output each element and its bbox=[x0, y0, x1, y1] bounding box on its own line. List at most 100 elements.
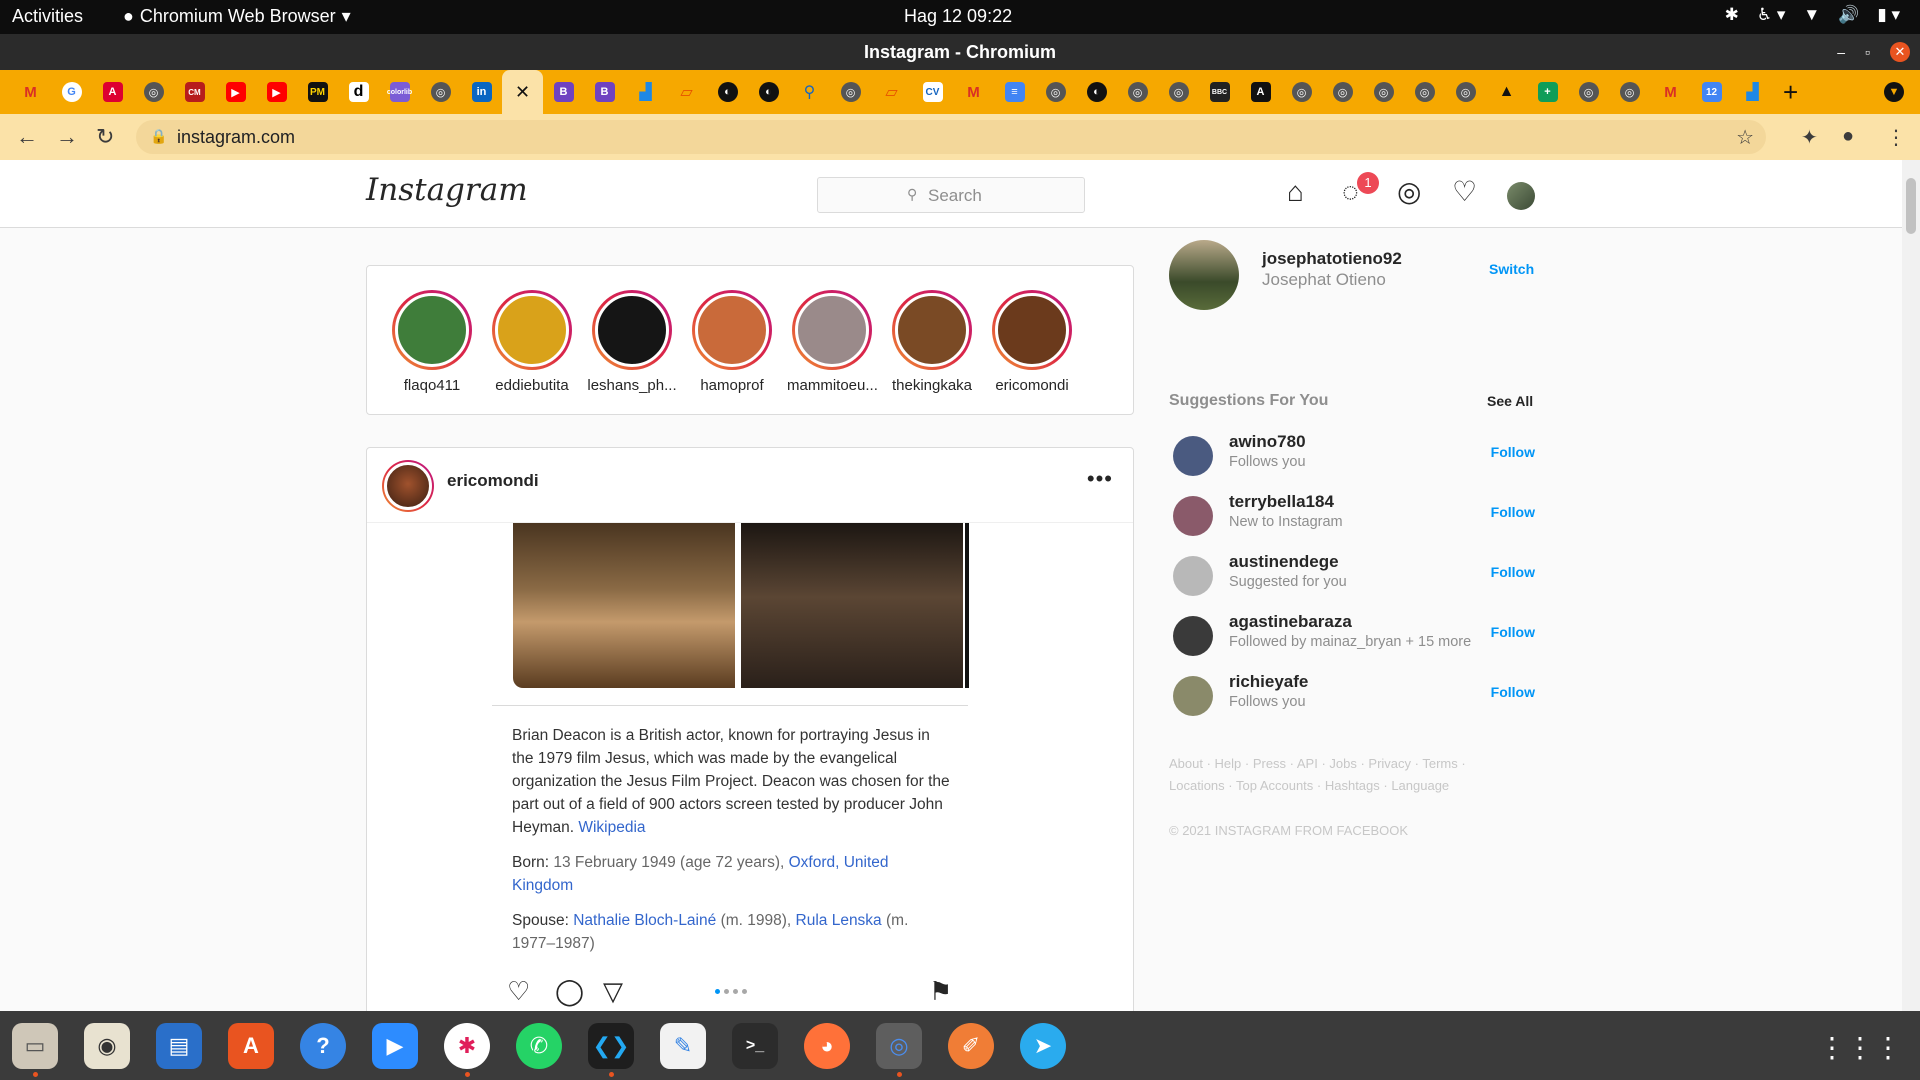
forward-arrow-icon[interactable]: → bbox=[56, 124, 78, 150]
tab-chrome-6[interactable]: ◎ bbox=[1158, 70, 1199, 114]
tab-sheets[interactable]: + bbox=[1527, 70, 1568, 114]
rhythmbox-icon[interactable]: ◉ bbox=[84, 1022, 130, 1069]
tab-analytics-1[interactable]: ▟ bbox=[625, 70, 666, 114]
more-options-icon[interactable]: ••• bbox=[1087, 466, 1113, 492]
tab-chrome-13[interactable]: ◎ bbox=[1609, 70, 1650, 114]
tab-search-icon[interactable]: ▼ bbox=[1884, 82, 1904, 102]
tab-analytics-2[interactable]: ▟ bbox=[1732, 70, 1773, 114]
tab-calendar[interactable]: 12 bbox=[1691, 70, 1732, 114]
vscode-icon[interactable]: ❮❯ bbox=[588, 1022, 634, 1077]
tab-cv[interactable]: CV bbox=[912, 70, 953, 114]
tab-b-1[interactable]: B bbox=[543, 70, 584, 114]
terminal-icon[interactable]: >_ bbox=[732, 1022, 778, 1069]
whatsapp-icon[interactable]: ✆ bbox=[516, 1022, 562, 1069]
accessibility-icon[interactable]: ♿ ▾ bbox=[1757, 5, 1786, 25]
tab-chrome-9[interactable]: ◎ bbox=[1363, 70, 1404, 114]
footer-links-line-1[interactable]: About · Help · Press · API · Jobs · Priv… bbox=[1169, 753, 1489, 775]
tab-chrome-1[interactable]: ◎ bbox=[133, 70, 174, 114]
spouse-link-1[interactable]: Nathalie Bloch-Lainé bbox=[573, 912, 716, 929]
extensions-puzzle-icon[interactable]: ✦ bbox=[1801, 125, 1818, 150]
slack-tray-icon[interactable]: ✱ bbox=[1725, 5, 1739, 25]
switch-account-button[interactable]: Switch bbox=[1489, 261, 1534, 277]
address-bar[interactable]: 🔒 instagram.com ☆ bbox=[136, 120, 1766, 154]
suggestion-avatar[interactable] bbox=[1173, 496, 1213, 536]
show-applications-icon[interactable]: ⋮⋮⋮ bbox=[1818, 1031, 1902, 1064]
bookmark-star-icon[interactable]: ☆ bbox=[1736, 125, 1754, 150]
tab-chrome-11[interactable]: ◎ bbox=[1445, 70, 1486, 114]
story-item[interactable]: thekingkaka bbox=[887, 290, 977, 394]
suggestion-avatar[interactable] bbox=[1173, 436, 1213, 476]
profile-icon[interactable]: ● bbox=[1842, 125, 1854, 148]
footer-links[interactable]: About · Help · Press · API · Jobs · Priv… bbox=[1169, 753, 1489, 797]
tab-angular[interactable]: A bbox=[92, 70, 133, 114]
tab-gmail[interactable]: M bbox=[10, 70, 51, 114]
suggestion-username[interactable]: richieyafe bbox=[1229, 672, 1308, 692]
see-all-link[interactable]: See All bbox=[1487, 393, 1533, 409]
lock-icon[interactable]: 🔒 bbox=[150, 128, 167, 145]
tab-tool[interactable]: ⚲ bbox=[789, 70, 830, 114]
firefox-icon[interactable]: ◕ bbox=[804, 1022, 850, 1069]
clock[interactable]: Hag 12 09:22 bbox=[904, 6, 1012, 27]
new-tab-button[interactable]: + bbox=[1783, 77, 1798, 108]
back-arrow-icon[interactable]: ← bbox=[16, 124, 38, 150]
post-image[interactable] bbox=[513, 523, 985, 693]
system-tray[interactable]: ✱ ♿ ▾ ▼ 🔊 ▮ ▾ bbox=[1725, 5, 1900, 25]
tab-dev[interactable]: d bbox=[338, 70, 379, 114]
suggestion-avatar[interactable] bbox=[1173, 556, 1213, 596]
follow-button[interactable]: Follow bbox=[1491, 444, 1535, 460]
post-author-avatar[interactable] bbox=[382, 460, 434, 512]
wifi-icon[interactable]: ▼ bbox=[1803, 5, 1820, 25]
volume-icon[interactable]: 🔊 bbox=[1838, 5, 1859, 25]
tab-graduation[interactable]: ▲ bbox=[1486, 70, 1527, 114]
tab-orange-2[interactable]: ▱ bbox=[871, 70, 912, 114]
tab-b-2[interactable]: B bbox=[584, 70, 625, 114]
tab-chrome-8[interactable]: ◎ bbox=[1322, 70, 1363, 114]
like-heart-icon[interactable]: ♡ bbox=[507, 978, 530, 1004]
home-icon[interactable]: ⌂ bbox=[1287, 178, 1304, 206]
tab-github-2[interactable]: ◐ bbox=[748, 70, 789, 114]
tab-chrome-2[interactable]: ◎ bbox=[420, 70, 461, 114]
tab-orange-1[interactable]: ▱ bbox=[666, 70, 707, 114]
tab-chrome-3[interactable]: ◎ bbox=[830, 70, 871, 114]
suggestion-username[interactable]: terrybella184 bbox=[1229, 492, 1334, 512]
tab-google[interactable]: G bbox=[51, 70, 92, 114]
tab-instagram-active[interactable]: ✕ bbox=[502, 70, 543, 114]
activity-heart-icon[interactable]: ♡ bbox=[1452, 178, 1477, 206]
story-item[interactable]: hamoprof bbox=[687, 290, 777, 394]
profile-avatar-icon[interactable] bbox=[1507, 182, 1535, 210]
close-window-button[interactable]: ✕ bbox=[1890, 42, 1910, 62]
explore-compass-icon[interactable]: ◎ bbox=[1397, 178, 1421, 206]
suggestion-username[interactable]: awino780 bbox=[1229, 432, 1306, 452]
tab-docs[interactable]: ≡ bbox=[994, 70, 1035, 114]
close-tab-icon[interactable]: ✕ bbox=[515, 82, 530, 103]
suggestion-avatar[interactable] bbox=[1173, 676, 1213, 716]
wikipedia-link[interactable]: Wikipedia bbox=[578, 819, 645, 836]
story-item[interactable]: leshans_ph... bbox=[587, 290, 677, 394]
tab-linkedin[interactable]: in bbox=[461, 70, 502, 114]
tab-pm[interactable]: PM bbox=[297, 70, 338, 114]
tab-youtube-1[interactable]: ▶ bbox=[215, 70, 256, 114]
share-icon[interactable]: ▽ bbox=[603, 978, 623, 1004]
story-item[interactable]: mammitoeu... bbox=[787, 290, 877, 394]
tab-colorlib[interactable]: colorlib bbox=[379, 70, 420, 114]
software-store-icon[interactable]: A bbox=[228, 1022, 274, 1069]
save-bookmark-icon[interactable]: ⚑ bbox=[929, 978, 952, 1004]
battery-icon[interactable]: ▮ ▾ bbox=[1877, 5, 1900, 25]
tab-gmail-3[interactable]: M bbox=[1650, 70, 1691, 114]
text-editor-icon[interactable]: ✎ bbox=[660, 1022, 706, 1069]
post-username[interactable]: ericomondi bbox=[447, 471, 539, 491]
story-item[interactable]: eddiebutita bbox=[487, 290, 577, 394]
tab-chrome-5[interactable]: ◎ bbox=[1117, 70, 1158, 114]
page-scrollbar[interactable] bbox=[1902, 160, 1920, 1011]
scrollbar-thumb[interactable] bbox=[1906, 178, 1916, 234]
help-icon[interactable]: ? bbox=[300, 1022, 346, 1069]
instagram-logo[interactable]: Instagram bbox=[366, 172, 528, 208]
url-text[interactable]: instagram.com bbox=[177, 127, 295, 148]
follow-button[interactable]: Follow bbox=[1491, 624, 1535, 640]
follow-button[interactable]: Follow bbox=[1491, 684, 1535, 700]
slack-icon[interactable]: ✱ bbox=[444, 1022, 490, 1077]
chromium-icon[interactable]: ◎ bbox=[876, 1022, 922, 1077]
story-item[interactable]: ericomondi bbox=[987, 290, 1077, 394]
tab-github-3[interactable]: ◐ bbox=[1076, 70, 1117, 114]
tab-youtube-2[interactable]: ▶ bbox=[256, 70, 297, 114]
